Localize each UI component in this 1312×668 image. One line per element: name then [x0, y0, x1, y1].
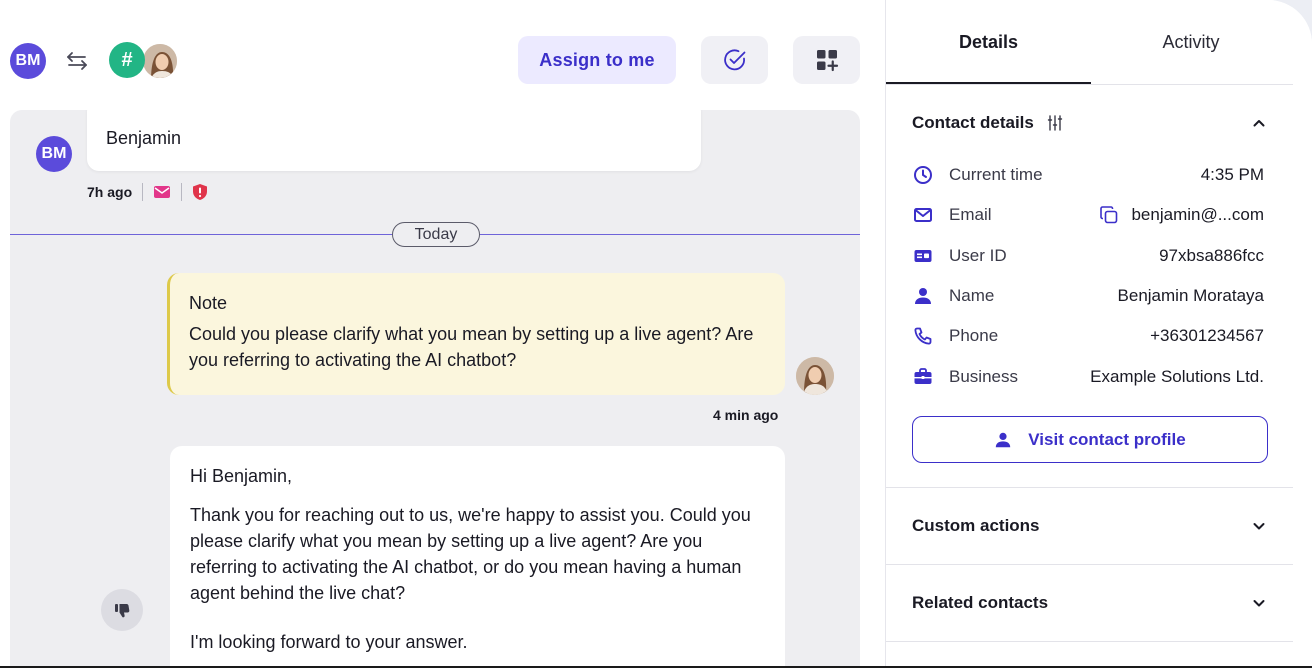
thumbs-down-button[interactable]	[101, 589, 143, 631]
agent-avatar[interactable]	[141, 42, 179, 80]
resolve-button[interactable]	[701, 36, 768, 84]
contact-row-name: Name Benjamin Morataya	[912, 284, 1264, 308]
incoming-message: Benjamin	[87, 110, 701, 171]
ai-reply-message: Hi Benjamin, Thank you for reaching out …	[170, 446, 785, 668]
check-circle-icon	[723, 49, 745, 71]
conversation-header: BM # Assign to me	[0, 0, 885, 110]
clock-icon	[912, 164, 934, 186]
tab-details[interactable]: Details	[886, 0, 1091, 84]
reply-closing: I'm looking forward to your answer.	[190, 632, 468, 652]
channel-badge: #	[109, 42, 145, 78]
person-icon	[912, 285, 934, 307]
id-card-icon	[912, 245, 934, 267]
chevron-down-icon[interactable]	[1251, 595, 1267, 611]
transfer-icon[interactable]	[64, 48, 90, 74]
section-divider	[886, 564, 1293, 565]
person-icon	[996, 432, 1011, 447]
contact-row-value[interactable]: benjamin@...com	[1131, 205, 1264, 225]
briefcase-icon	[912, 366, 934, 388]
reply-greeting: Hi Benjamin,	[190, 466, 293, 486]
contact-row-phone: Phone +36301234567	[912, 324, 1264, 348]
sender-avatar: BM	[36, 136, 72, 172]
custom-actions-header[interactable]: Custom actions	[912, 514, 1267, 538]
apps-button[interactable]	[793, 36, 860, 84]
contact-details-title: Contact details	[912, 113, 1034, 132]
contact-row-value: 4:35 PM	[1200, 165, 1264, 184]
sliders-icon[interactable]	[1046, 114, 1064, 132]
meta-separator	[142, 183, 144, 201]
phone-icon	[912, 325, 934, 347]
section-divider	[886, 641, 1293, 642]
visit-contact-profile-button[interactable]: Visit contact profile	[912, 416, 1268, 463]
contact-row-label: Phone	[949, 326, 999, 345]
related-contacts-title: Related contacts	[912, 593, 1049, 612]
tab-activity[interactable]: Activity	[1091, 0, 1291, 84]
contact-row-current-time: Current time 4:35 PM	[912, 163, 1264, 187]
contact-row-label: Current time	[949, 165, 1043, 184]
custom-actions-title: Custom actions	[912, 516, 1040, 535]
mail-icon	[912, 204, 934, 226]
section-divider	[886, 487, 1293, 488]
chevron-down-icon[interactable]	[1251, 518, 1267, 534]
details-panel: Details Activity Contact details Current…	[885, 0, 1312, 668]
contact-row-label: Name	[949, 286, 995, 305]
contact-row-email: Email benjamin@...com	[912, 203, 1264, 227]
contact-details-header[interactable]: Contact details	[912, 111, 1267, 135]
thumbs-down-icon	[115, 604, 130, 618]
agent-photo-icon	[796, 357, 834, 395]
contact-row-value: Benjamin Morataya	[1117, 286, 1264, 305]
tabs-divider	[886, 84, 1293, 85]
contact-row-value: 97xbsa886fcc	[1159, 246, 1264, 265]
contact-avatar[interactable]: BM	[10, 43, 46, 79]
agent-photo-icon	[143, 44, 177, 78]
contact-row-user-id: User ID 97xbsa886fcc	[912, 244, 1264, 268]
message-thread[interactable]: BM Benjamin 7h ago Today Note Could you …	[10, 110, 860, 668]
internal-note: Note Could you please clarify what you m…	[167, 273, 785, 395]
note-time: 4 min ago	[713, 407, 779, 423]
chevron-up-icon[interactable]	[1251, 115, 1267, 131]
contact-row-value: +36301234567	[1150, 326, 1264, 345]
contact-row-label: Email	[949, 205, 992, 224]
shield-alert-icon[interactable]	[192, 183, 208, 201]
contact-row-label: Business	[949, 367, 1018, 386]
reply-body: Thank you for reaching out to us, we're …	[190, 505, 751, 603]
copy-icon[interactable]	[1099, 205, 1119, 225]
contact-row-value: Example Solutions Ltd.	[1090, 367, 1264, 386]
contact-row-label: User ID	[949, 246, 1007, 265]
note-body: Could you please clarify what you mean b…	[189, 324, 754, 370]
inbox-app: BM # Assign to me BM Benjamin 7h ago Tod…	[0, 0, 1312, 668]
note-title: Note	[189, 293, 228, 313]
assign-to-me-button[interactable]: Assign to me	[518, 36, 676, 84]
email-channel-icon	[154, 186, 171, 198]
meta-separator	[181, 183, 183, 201]
incoming-message-text: Benjamin	[106, 128, 182, 148]
related-contacts-header[interactable]: Related contacts	[912, 591, 1267, 615]
note-author-avatar	[796, 357, 834, 395]
incoming-message-meta: 7h ago	[87, 183, 208, 201]
incoming-message-time: 7h ago	[87, 184, 133, 200]
date-divider-label: Today	[392, 222, 480, 247]
grid-plus-icon	[816, 50, 838, 72]
visit-contact-profile-label: Visit contact profile	[1028, 429, 1186, 449]
contact-row-business: Business Example Solutions Ltd.	[912, 365, 1264, 389]
